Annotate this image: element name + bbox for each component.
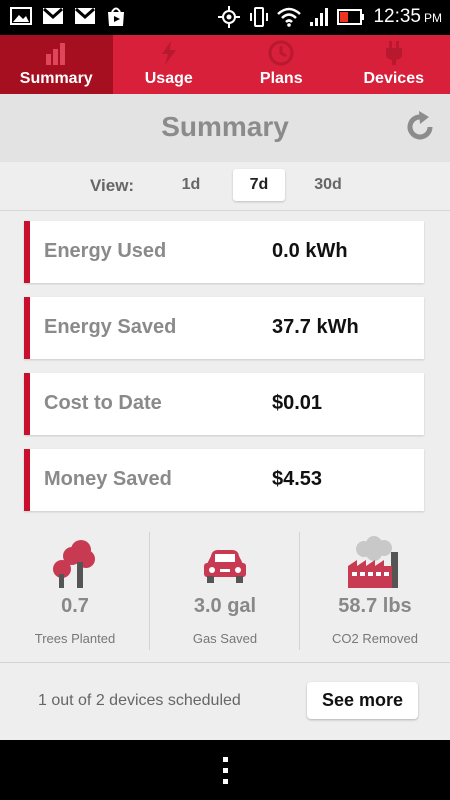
tab-label: Summary xyxy=(19,70,93,87)
card-accent-bar xyxy=(24,221,30,283)
card-label: Cost to Date xyxy=(44,392,162,414)
factory-icon xyxy=(348,536,398,588)
clock-icon xyxy=(268,40,294,66)
view-label: View: xyxy=(90,176,135,195)
bar-chart-icon xyxy=(46,43,66,65)
stat-value: 58.7 lbs xyxy=(338,595,412,617)
card-accent-bar xyxy=(24,373,30,435)
gmail-icon xyxy=(75,7,95,24)
card-accent-bar xyxy=(24,297,30,359)
energy-used-card: Energy Used 0.0 kWh xyxy=(24,221,424,283)
view-option-7d[interactable]: 7d xyxy=(233,169,285,201)
card-value: 0.0 kWh xyxy=(272,240,348,262)
refresh-icon[interactable] xyxy=(404,110,438,144)
stat-label: Trees Planted xyxy=(34,631,116,646)
trees-icon xyxy=(53,540,95,588)
summary-screen: Summary View: 1d 7d 30d Energy Used 0.0 … xyxy=(0,94,450,740)
card-label: Energy Saved xyxy=(44,316,177,338)
gas-saved-stat: 3.0 gal Gas Saved xyxy=(150,530,300,662)
vibrate-icon xyxy=(250,7,269,27)
menu-icon[interactable] xyxy=(219,757,231,785)
tab-plans[interactable]: Plans xyxy=(225,35,338,94)
page-title: Summary xyxy=(161,111,289,142)
gmail-icon xyxy=(43,7,63,24)
card-label: Energy Used xyxy=(44,240,167,262)
card-value: 37.7 kWh xyxy=(272,316,359,338)
card-accent-bar xyxy=(24,449,30,511)
cost-to-date-card: Cost to Date $0.01 xyxy=(24,373,424,435)
image-icon xyxy=(10,7,32,25)
see-more-button[interactable]: See more xyxy=(307,682,418,719)
impact-stats: 0.7 Trees Planted 3.0 gal Gas Saved 58.7… xyxy=(0,530,450,662)
page-header: Summary xyxy=(0,94,450,162)
car-icon xyxy=(204,550,246,583)
card-label: Money Saved xyxy=(44,468,172,490)
clock-time: 12:35 PM xyxy=(373,6,442,27)
stat-value: 0.7 xyxy=(61,595,89,617)
co2-removed-stat: 58.7 lbs CO2 Removed xyxy=(300,530,450,662)
trees-planted-stat: 0.7 Trees Planted xyxy=(0,530,150,662)
tab-summary[interactable]: Summary xyxy=(0,35,113,94)
devices-scheduled-text: 1 out of 2 devices scheduled xyxy=(38,692,241,709)
tab-label: Usage xyxy=(144,70,193,87)
tab-devices[interactable]: Devices xyxy=(338,35,450,94)
stat-value: 3.0 gal xyxy=(193,595,257,617)
divider xyxy=(0,662,450,663)
wifi-icon xyxy=(277,7,302,27)
view-selector: View: 1d 7d 30d xyxy=(0,162,450,211)
view-option-1d[interactable]: 1d xyxy=(165,169,217,201)
energy-saved-card: Energy Saved 37.7 kWh xyxy=(24,297,424,359)
battery-icon xyxy=(337,9,365,25)
status-bar: 12:35 PM xyxy=(0,0,450,35)
tab-label: Plans xyxy=(259,70,303,87)
play-store-icon xyxy=(108,7,124,26)
signal-icon xyxy=(310,8,329,26)
tab-usage[interactable]: Usage xyxy=(113,35,226,94)
tab-bar: Summary Usage Plans Devices xyxy=(0,35,450,94)
card-value: $4.53 xyxy=(272,468,323,490)
money-saved-card: Money Saved $4.53 xyxy=(24,449,424,511)
lightning-icon xyxy=(161,41,176,65)
plug-icon xyxy=(385,41,402,65)
stat-label: CO2 Removed xyxy=(332,631,418,646)
tab-label: Devices xyxy=(363,70,425,87)
gps-icon xyxy=(218,6,241,28)
system-nav-bar xyxy=(0,740,450,800)
card-value: $0.01 xyxy=(272,392,323,414)
view-option-30d[interactable]: 30d xyxy=(302,169,354,201)
stat-label: Gas Saved xyxy=(192,631,258,646)
